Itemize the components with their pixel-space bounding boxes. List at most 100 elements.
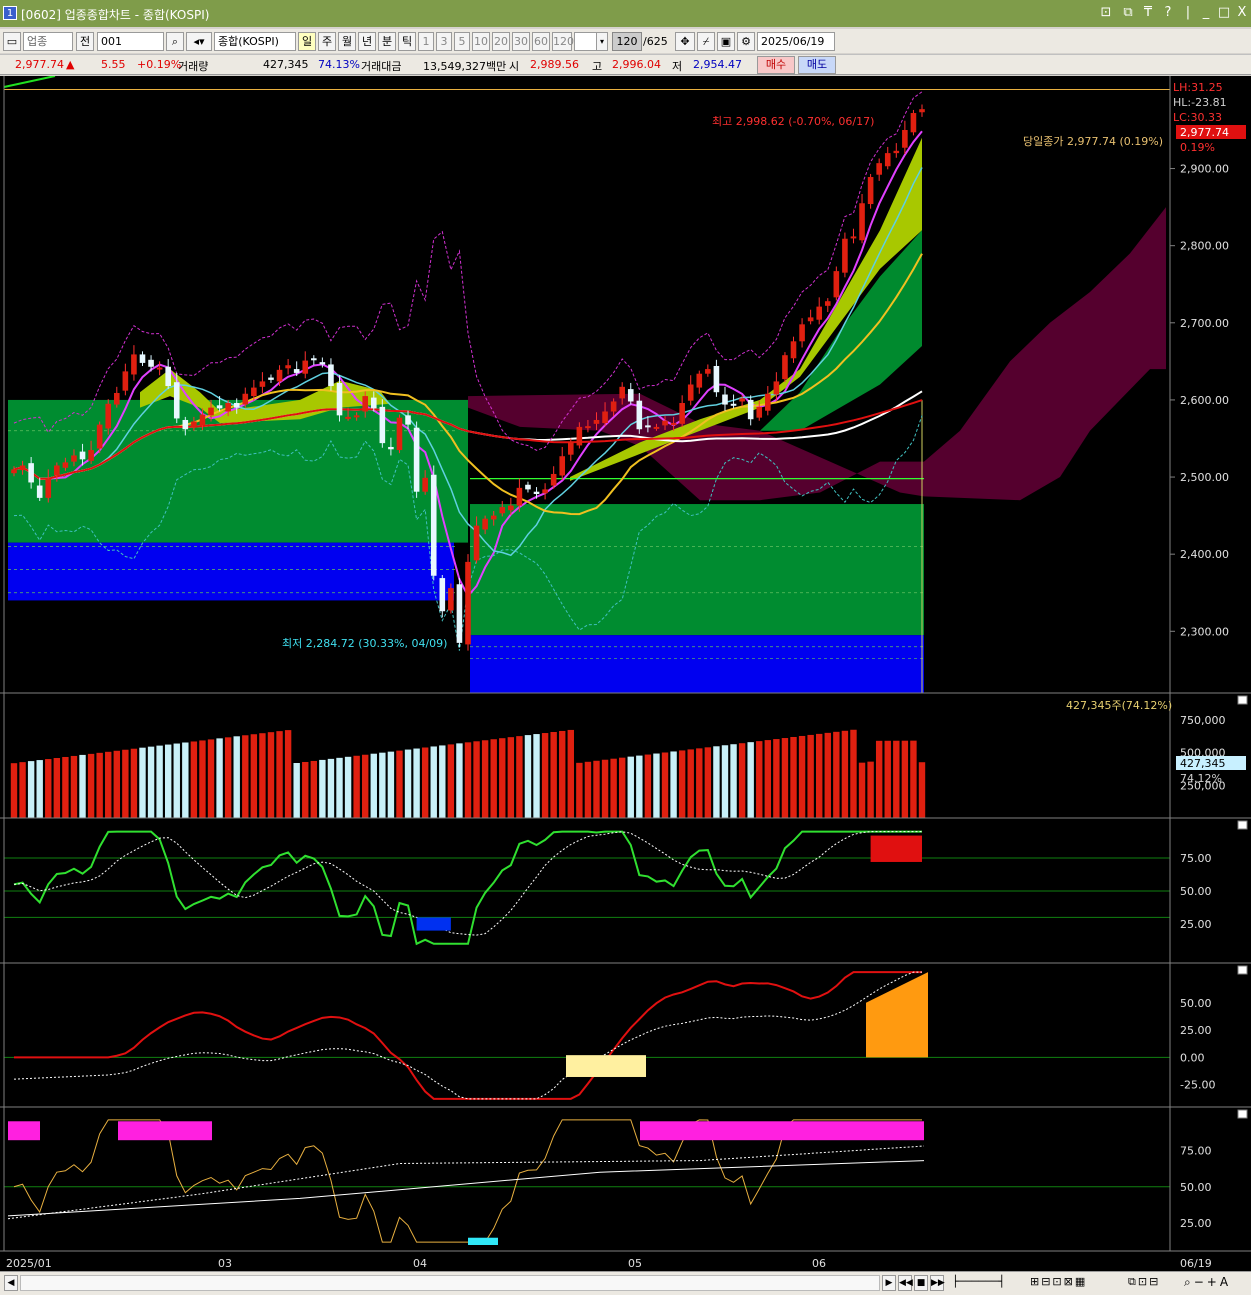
candle-body bbox=[79, 451, 86, 460]
candle-body bbox=[884, 153, 891, 167]
view-icons[interactable]: ⧉⊡⊟ bbox=[1128, 1275, 1178, 1291]
indicator2-fill-pale bbox=[566, 1055, 646, 1077]
indicator3-fill-magenta bbox=[8, 1121, 40, 1141]
buy-button[interactable]: 매수 bbox=[757, 56, 795, 74]
interval-5[interactable]: 5 bbox=[454, 32, 470, 51]
volume-value: 427,345 bbox=[263, 58, 309, 71]
search-icon[interactable]: ⌕ bbox=[166, 32, 184, 51]
candle-body bbox=[687, 384, 694, 401]
candle-body bbox=[328, 364, 334, 387]
minimize-button[interactable]: _ bbox=[1198, 5, 1214, 20]
candle-body bbox=[302, 360, 309, 374]
candle-body bbox=[88, 450, 94, 461]
interval-3[interactable]: 3 bbox=[436, 32, 452, 51]
indicator1-oversold-fill bbox=[416, 917, 451, 931]
amount-label: 거래대금 bbox=[361, 60, 402, 73]
open-value: 2,989.56 bbox=[530, 58, 579, 71]
period-month[interactable]: 월 bbox=[338, 32, 356, 51]
volume-bar bbox=[130, 748, 138, 818]
interval-60[interactable]: 60 bbox=[532, 32, 550, 51]
maximize-button[interactable]: □ bbox=[1216, 5, 1232, 20]
candle-body bbox=[670, 423, 677, 426]
volume-bar bbox=[584, 761, 592, 818]
gear-icon[interactable]: ⚙ bbox=[737, 32, 755, 51]
candle-body bbox=[807, 317, 814, 322]
volume-bar bbox=[490, 739, 497, 818]
volume-bar bbox=[284, 730, 292, 818]
crosshair-icon[interactable]: ✥ bbox=[675, 32, 695, 51]
candle-body bbox=[139, 354, 146, 363]
sell-button[interactable]: 매도 bbox=[798, 56, 836, 74]
period-week[interactable]: 주 bbox=[318, 32, 336, 51]
date-input[interactable]: 2025/06/19 bbox=[757, 32, 835, 51]
candle-body bbox=[696, 373, 703, 388]
chart-area[interactable]: 2,900.00 2,800.00 2,700.00 2,600.00 2,500.00… bbox=[0, 75, 1251, 1271]
scroll-left-icon[interactable]: ◀ bbox=[4, 1275, 18, 1291]
interval-20[interactable]: 20 bbox=[492, 32, 510, 51]
scroll-bar[interactable]: ◀ ▶ ◀◀ ■ ▶▶ ├──────┤ ⊞⊟⊡⊠▦ ⧉⊡⊟ ⌕−+A bbox=[0, 1271, 1251, 1295]
scroll-track[interactable] bbox=[20, 1275, 880, 1291]
candle-body bbox=[36, 485, 43, 498]
save-icon[interactable]: ▣ bbox=[717, 32, 735, 51]
all-button[interactable]: 전 bbox=[76, 32, 94, 51]
candle-body bbox=[413, 427, 420, 492]
chevron-down-icon[interactable]: ▾ bbox=[596, 32, 608, 51]
stop-icon[interactable]: ■ bbox=[914, 1275, 928, 1291]
volume-bar bbox=[901, 740, 909, 818]
candle-body bbox=[45, 478, 52, 498]
interval-10[interactable]: 10 bbox=[472, 32, 490, 51]
interval-30[interactable]: 30 bbox=[512, 32, 530, 51]
candle-body bbox=[533, 491, 540, 495]
volume-bar bbox=[224, 737, 232, 818]
speaker-dropdown-icon[interactable]: ◂▾ bbox=[186, 32, 212, 51]
candle-body bbox=[191, 421, 197, 428]
period-day[interactable]: 일 bbox=[298, 32, 316, 51]
volume-bar bbox=[576, 762, 583, 818]
code-input[interactable]: 001 bbox=[97, 32, 164, 51]
layout-icons[interactable]: ⊞⊟⊡⊠▦ bbox=[1030, 1275, 1126, 1291]
scroll-right-icon[interactable]: ▶ bbox=[882, 1275, 896, 1291]
tool-icon[interactable]: ⌿ bbox=[697, 32, 715, 51]
interval-120[interactable]: 120 bbox=[552, 32, 574, 51]
candle-body bbox=[919, 109, 925, 113]
forward-icon[interactable]: ▶▶ bbox=[930, 1275, 945, 1291]
pct-tag: 0.19% bbox=[1180, 141, 1215, 154]
period-tick[interactable]: 틱 bbox=[398, 32, 416, 51]
chart-svg[interactable]: 2,900.00 2,800.00 2,700.00 2,600.00 2,500.00… bbox=[0, 75, 1251, 1271]
market-select[interactable]: 업종 bbox=[23, 32, 73, 51]
candle-body bbox=[336, 382, 343, 416]
x-label-03: 03 bbox=[218, 1257, 232, 1270]
candle-body bbox=[362, 396, 369, 412]
candle-body bbox=[199, 414, 206, 426]
rewind-icon[interactable]: ◀◀ bbox=[898, 1275, 913, 1291]
candle-body bbox=[876, 163, 882, 175]
candle-body bbox=[422, 477, 428, 492]
volume-bar bbox=[850, 729, 857, 818]
count-input[interactable]: 120 bbox=[612, 32, 642, 51]
volume-bar bbox=[816, 733, 823, 818]
volume-bar bbox=[721, 745, 729, 818]
period-minute[interactable]: 분 bbox=[378, 32, 396, 51]
zoom-slider[interactable]: ├──────┤ bbox=[952, 1275, 1022, 1291]
interval-1[interactable]: 1 bbox=[418, 32, 434, 51]
zoom-controls[interactable]: ⌕−+A bbox=[1184, 1275, 1248, 1291]
price-tick-label: 2,600.00 bbox=[1180, 394, 1229, 407]
indicator3-fill-magenta bbox=[640, 1121, 924, 1141]
volume-pct-tag: 74.12% bbox=[1180, 772, 1222, 785]
indicator1-overbought-fill bbox=[870, 835, 922, 862]
help-icon[interactable]: ? bbox=[1160, 5, 1176, 20]
candle-body bbox=[388, 446, 394, 450]
panel-toggle-icon[interactable]: ▭ bbox=[3, 32, 21, 51]
link-icon[interactable]: ⊡ bbox=[1098, 5, 1114, 20]
copy-window-icon[interactable]: ⧉ bbox=[1120, 5, 1136, 20]
volume-bar bbox=[421, 747, 429, 818]
close-button[interactable]: X bbox=[1234, 5, 1250, 20]
volume-bar bbox=[182, 742, 189, 818]
candle-body bbox=[430, 474, 437, 576]
period-year[interactable]: 년 bbox=[358, 32, 376, 51]
candle-body bbox=[550, 473, 557, 486]
candle-body bbox=[679, 403, 685, 424]
pin-icon[interactable]: ₸ bbox=[1140, 5, 1156, 20]
volume-bar bbox=[893, 740, 900, 818]
candle-body bbox=[96, 424, 103, 449]
